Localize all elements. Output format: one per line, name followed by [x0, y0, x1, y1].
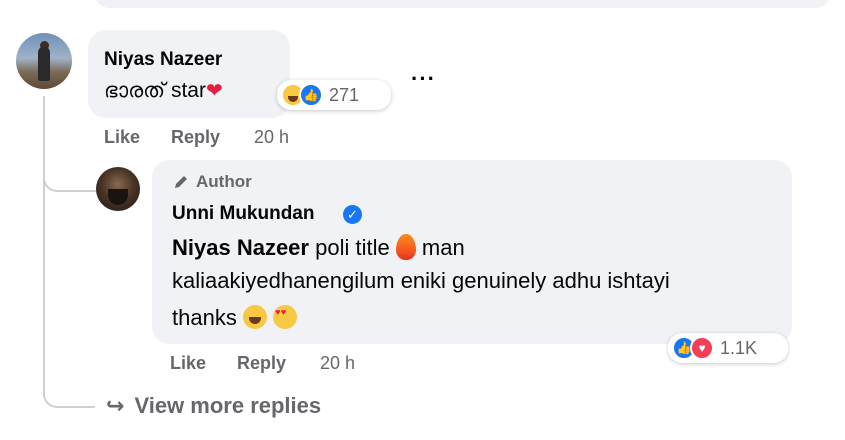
previous-comment-bubble [95, 0, 830, 8]
author-badge: Author [172, 172, 252, 192]
verified-badge-icon: ✓ [343, 205, 362, 224]
reply-connector-curve [43, 150, 97, 192]
avatar-unni-mukundan[interactable] [96, 167, 140, 211]
avatar-figure-body [38, 47, 50, 81]
reply-button[interactable]: Reply [171, 127, 220, 148]
avatar-niyas-nazeer[interactable] [16, 33, 72, 89]
thread-connector-line [43, 96, 45, 394]
reply-text-part1: poli title [308, 235, 396, 260]
like-reaction-icon: 👍 [299, 83, 323, 107]
comment-text-body: ഭാരത് star [104, 79, 206, 102]
avatar-beard [108, 189, 128, 205]
view-more-connector-curve [43, 370, 95, 408]
like-button[interactable]: Like [170, 353, 206, 374]
fire-emoji-icon [395, 234, 416, 260]
comment-bubble [88, 30, 290, 118]
reply-text-line-3: thanks [172, 305, 298, 331]
pen-icon [175, 176, 187, 188]
comment-text: ഭാരത് star❤ [104, 78, 223, 103]
reply-arrow-icon: ↪ [106, 393, 125, 418]
mention-tag[interactable]: Niyas Nazeer [172, 235, 309, 260]
reply-timestamp[interactable]: 20 h [320, 353, 355, 374]
reply-text-thanks: thanks [172, 305, 243, 330]
love-reaction-icon: ♥ [690, 336, 714, 360]
more-options-icon[interactable]: ··· [411, 66, 436, 92]
grinning-emoji-icon [242, 305, 267, 329]
heart-eyes-emoji-icon [273, 305, 298, 329]
author-badge-label: Author [196, 172, 252, 191]
reply-text-part2: man [415, 235, 465, 260]
like-button[interactable]: Like [104, 127, 140, 148]
reply-text-line-2: kaliaakiyedhanengilum eniki genuinely ad… [172, 268, 670, 293]
reply-text-line-1: Niyas Nazeer poli title man [172, 234, 465, 261]
reply-reactions[interactable]: 👍 ♥ 1.1K [668, 333, 788, 363]
view-more-replies-label: View more replies [134, 393, 322, 418]
red-heart-emoji-icon: ❤ [205, 80, 223, 102]
view-more-replies-button[interactable]: ↪ View more replies [106, 393, 321, 419]
reply-button[interactable]: Reply [237, 353, 286, 374]
reaction-count: 1.1K [720, 337, 758, 358]
reaction-count: 271 [329, 84, 360, 105]
comment-timestamp[interactable]: 20 h [254, 127, 289, 148]
comment-author-name[interactable]: Niyas Nazeer [104, 49, 222, 71]
reply-author-name[interactable]: Unni Mukundan [172, 203, 314, 225]
comment-reactions[interactable]: 👍 271 [277, 80, 391, 110]
